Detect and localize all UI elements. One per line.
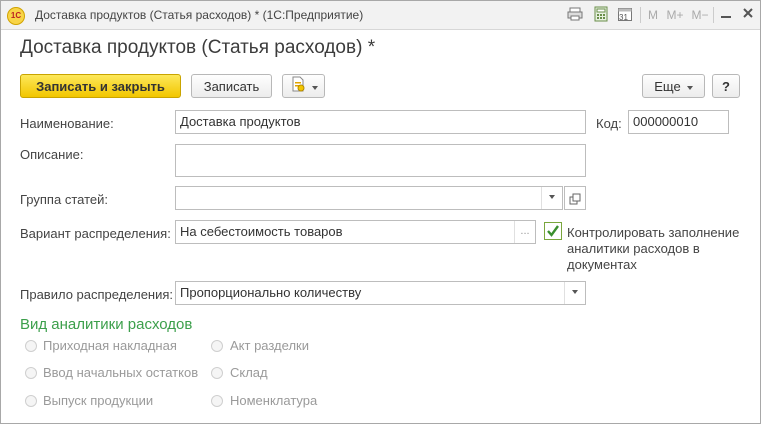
variant-field[interactable]: На себестоимость товаров ... <box>175 220 536 244</box>
group-label: Группа статей: <box>20 192 108 207</box>
check-icon <box>547 225 559 237</box>
description-field[interactable] <box>175 144 586 177</box>
radio-button[interactable] <box>211 395 223 407</box>
help-button[interactable]: ? <box>712 74 740 98</box>
form-title: Доставка продуктов (Статья расходов) * <box>20 37 376 58</box>
more-button[interactable]: Еще <box>642 74 705 98</box>
radio-label[interactable]: Акт разделки <box>230 338 309 353</box>
radio-label[interactable]: Выпуск продукции <box>43 393 153 408</box>
analytics-section-title: Вид аналитики расходов <box>20 316 193 333</box>
code-label: Код: <box>596 116 622 131</box>
title-bar: 1С Доставка продуктов (Статья расходов) … <box>1 1 760 30</box>
open-icon <box>569 193 581 205</box>
memory-m-icon[interactable]: M <box>646 6 660 24</box>
radio-label[interactable]: Склад <box>230 365 268 380</box>
code-field[interactable]: 000000010 <box>628 110 729 134</box>
group-field[interactable] <box>175 186 563 210</box>
toolbar-separator <box>640 7 641 23</box>
report-menu-button[interactable] <box>282 74 325 98</box>
report-icon <box>290 76 306 100</box>
print-icon[interactable] <box>567 6 583 24</box>
rule-field[interactable]: Пропорционально количеству <box>175 281 586 305</box>
radio-label[interactable]: Приходная накладная <box>43 338 177 353</box>
app-window: 1С Доставка продуктов (Статья расходов) … <box>0 0 761 424</box>
name-label: Наименование: <box>20 116 114 131</box>
control-label-line2: аналитики расходов в <box>567 241 700 256</box>
variant-value: На себестоимость товаров <box>180 224 343 239</box>
save-and-close-button[interactable]: Записать и закрыть <box>20 74 181 98</box>
group-open-button[interactable] <box>564 186 586 210</box>
calendar-icon[interactable]: 31 <box>617 6 633 24</box>
memory-plus-icon[interactable]: M+ <box>665 6 685 24</box>
radio-button[interactable] <box>25 395 37 407</box>
control-label-line1: Контролировать заполнение <box>567 225 740 240</box>
control-label-line3: документах <box>567 257 637 272</box>
control-checkbox-label[interactable]: Контролировать заполнение аналитики расх… <box>567 225 739 273</box>
save-button[interactable]: Записать <box>191 74 272 98</box>
calculator-icon[interactable] <box>593 6 609 24</box>
calendar-day-label: 31 <box>619 13 628 22</box>
variant-select-button[interactable]: ... <box>514 221 535 243</box>
chevron-down-icon <box>572 290 578 295</box>
chevron-down-icon <box>686 85 693 90</box>
window-title: Доставка продуктов (Статья расходов) * (… <box>35 8 364 22</box>
control-checkbox[interactable] <box>544 222 562 240</box>
description-label: Описание: <box>20 147 84 162</box>
rule-dropdown-button[interactable] <box>564 282 585 304</box>
radio-label[interactable]: Ввод начальных остатков <box>43 365 198 380</box>
group-dropdown-button[interactable] <box>541 187 562 209</box>
toolbar-separator <box>713 7 714 23</box>
radio-button[interactable] <box>25 367 37 379</box>
radio-button[interactable] <box>211 367 223 379</box>
app-logo-icon: 1С <box>7 7 25 25</box>
rule-label: Правило распределения: <box>20 287 174 302</box>
minimize-icon[interactable] <box>719 6 733 24</box>
chevron-down-icon <box>549 195 555 200</box>
name-field[interactable]: Доставка продуктов <box>175 110 586 134</box>
radio-button[interactable] <box>25 340 37 352</box>
chevron-down-icon <box>311 85 318 90</box>
more-label: Еще <box>654 79 681 94</box>
rule-value: Пропорционально количеству <box>180 285 362 300</box>
memory-minus-icon[interactable]: M− <box>690 6 710 24</box>
radio-button[interactable] <box>211 340 223 352</box>
radio-label[interactable]: Номенклатура <box>230 393 317 408</box>
close-icon[interactable] <box>741 6 755 24</box>
variant-label: Вариант распределения: <box>20 226 171 241</box>
